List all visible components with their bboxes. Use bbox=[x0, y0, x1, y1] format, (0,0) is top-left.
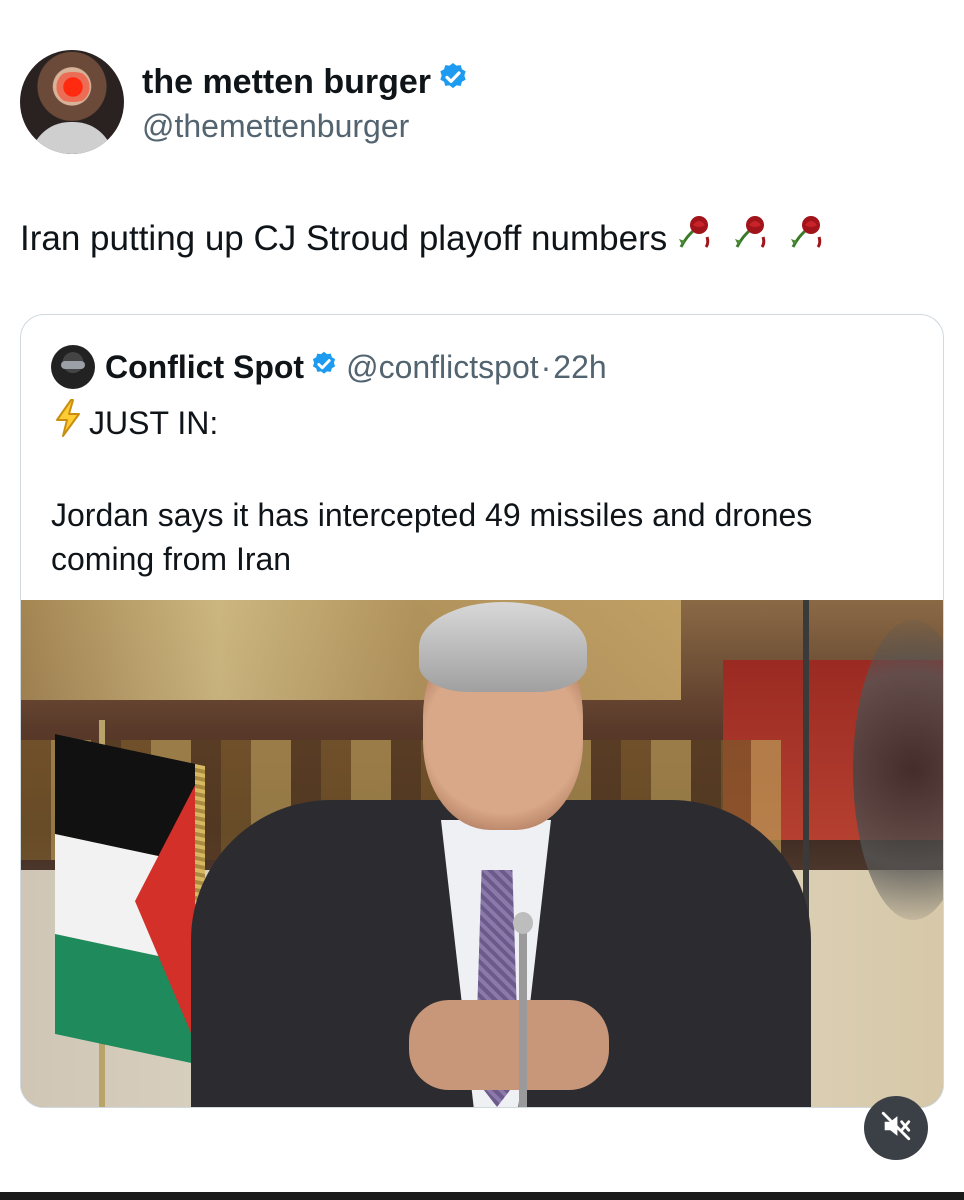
quoted-headline-text: JUST IN: bbox=[89, 405, 219, 441]
author-name[interactable]: the metten burger bbox=[142, 62, 469, 102]
tweet-text: Iran putting up CJ Stroud playoff number… bbox=[20, 215, 833, 263]
quoted-tweet-card[interactable]: Conflict Spot @conflictspot·22h JUST IN:… bbox=[20, 314, 944, 1108]
verified-badge-icon bbox=[437, 61, 469, 102]
flag bbox=[55, 734, 205, 1066]
person-hair bbox=[419, 602, 587, 692]
avatar-shirt bbox=[30, 122, 114, 154]
quoted-author-handle[interactable]: @conflictspot bbox=[346, 349, 539, 385]
author-name-text[interactable]: the metten burger bbox=[142, 63, 431, 101]
author-avatar[interactable] bbox=[20, 50, 124, 154]
verified-badge-icon bbox=[310, 347, 338, 387]
quoted-tweet-time[interactable]: 22h bbox=[553, 349, 606, 385]
desk-microphone bbox=[519, 920, 527, 1107]
muted-speaker-icon bbox=[879, 1109, 913, 1148]
wilted-rose-icon bbox=[734, 215, 766, 248]
wilted-rose-icon bbox=[679, 215, 710, 248]
photo-person bbox=[191, 600, 811, 1107]
emoji-group bbox=[675, 211, 832, 263]
quoted-tweet-body: Jordan says it has intercepted 49 missil… bbox=[51, 493, 921, 581]
lightning-bolt-icon bbox=[51, 398, 85, 447]
desk-microphone-head bbox=[513, 912, 533, 934]
quoted-tweet-photo[interactable] bbox=[21, 600, 943, 1107]
quoted-body-line: Jordan says it has intercepted 49 missil… bbox=[51, 497, 813, 533]
quoted-tweet-header: Conflict Spot @conflictspot·22h bbox=[105, 347, 607, 387]
tweet-text-content: Iran putting up CJ Stroud playoff number… bbox=[20, 219, 668, 258]
bottom-bar bbox=[0, 1192, 964, 1200]
quoted-author-avatar[interactable] bbox=[51, 345, 95, 389]
author-handle[interactable]: @themettenburger bbox=[142, 106, 409, 146]
quoted-headline: JUST IN: bbox=[51, 399, 219, 447]
avatar-eyes-glow bbox=[50, 72, 96, 102]
avatar-visor bbox=[61, 361, 85, 369]
quoted-author-name[interactable]: Conflict Spot bbox=[105, 349, 304, 385]
person-hands bbox=[409, 1000, 609, 1090]
wilted-rose-icon bbox=[790, 215, 821, 248]
mute-button[interactable] bbox=[864, 1096, 928, 1160]
quoted-body-line: coming from Iran bbox=[51, 541, 292, 577]
separator-dot: · bbox=[540, 349, 552, 385]
tweet: the metten burger @themettenburger Iran … bbox=[0, 0, 964, 1200]
